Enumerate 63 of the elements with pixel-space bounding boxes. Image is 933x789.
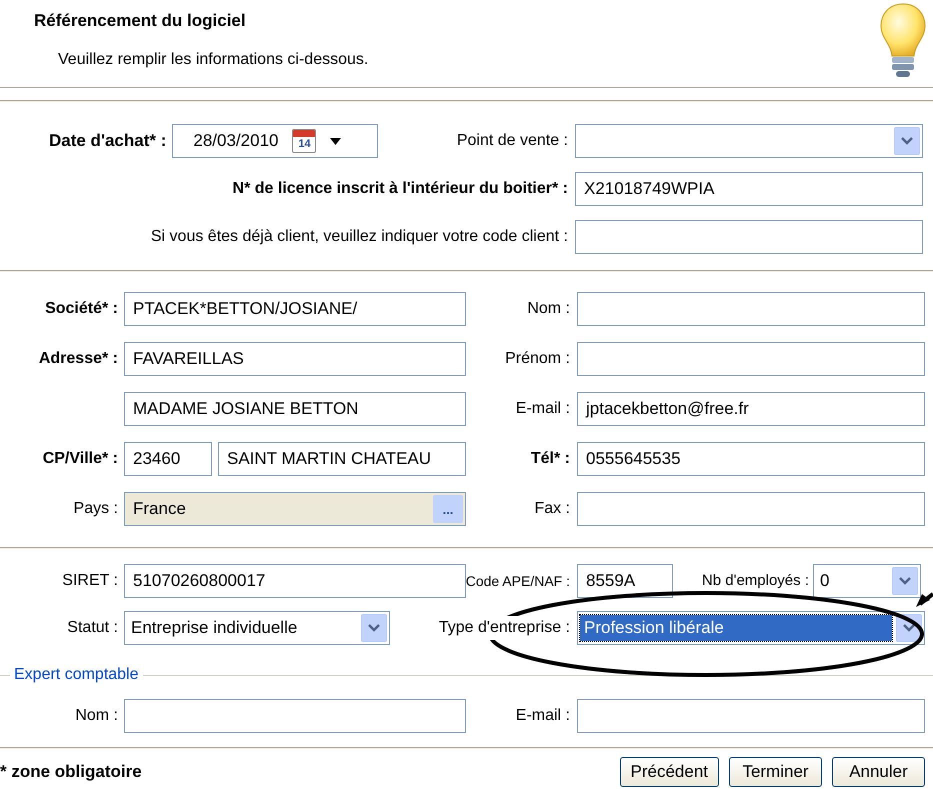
- text-field[interactable]: [577, 492, 925, 526]
- field-label: Nom :: [527, 299, 570, 319]
- text-field[interactable]: [575, 220, 923, 254]
- lightbulb-icon: [879, 2, 927, 80]
- field-label: Adresse* :: [38, 349, 118, 369]
- country-field[interactable]: France ...: [124, 492, 466, 526]
- field-label: E-mail :: [516, 706, 570, 726]
- field-label: Fax :: [534, 499, 570, 519]
- field-label: SIRET :: [62, 571, 118, 591]
- text-field[interactable]: 23460: [124, 442, 212, 476]
- calendar-icon[interactable]: 14: [292, 129, 316, 153]
- chevron-down-icon: [901, 137, 913, 145]
- field-label: E-mail :: [516, 399, 570, 419]
- text-field[interactable]: 0555645535: [577, 442, 925, 476]
- text-field[interactable]: X21018749WPIA: [575, 172, 923, 206]
- wizard-button[interactable]: Annuler: [832, 757, 925, 787]
- chevron-down-icon: [368, 624, 380, 632]
- dropdown-field[interactable]: Profession libérale: [577, 611, 925, 645]
- field-label: Statut :: [67, 618, 118, 638]
- text-field[interactable]: 8559A: [577, 564, 673, 598]
- wizard-button[interactable]: Terminer: [729, 757, 822, 787]
- required-note: * zone obligatoire: [0, 761, 142, 784]
- field-label: Société* :: [45, 299, 118, 319]
- field-label: Point de vente :: [456, 131, 568, 151]
- dropdown-value: Entreprise individuelle: [130, 617, 298, 640]
- dropdown-field[interactable]: Entreprise individuelle: [124, 611, 390, 645]
- field-label: Si vous êtes déjà client, veuillez indiquer votre code client :: [150, 227, 568, 247]
- country-value: France: [133, 498, 186, 520]
- text-field[interactable]: [124, 699, 466, 733]
- text-field[interactable]: [577, 342, 925, 376]
- field-label: Tél* :: [530, 449, 570, 469]
- field-label: Date d'achat* :: [48, 130, 166, 152]
- caret-down-icon[interactable]: [330, 138, 342, 144]
- chevron-down-icon: [903, 624, 915, 632]
- page-title: Référencement du logiciel: [34, 10, 246, 32]
- wizard-button[interactable]: Précédent: [620, 757, 719, 787]
- text-field[interactable]: PTACEK*BETTON/JOSIANE/: [124, 292, 466, 326]
- group-legend: Expert comptable: [10, 663, 143, 687]
- chevron-down-icon: [899, 577, 911, 585]
- text-field[interactable]: FAVAREILLAS: [124, 342, 466, 376]
- page-subtitle: Veuillez remplir les informations ci-dessous.: [58, 50, 368, 70]
- dropdown-value: Profession libérale: [580, 615, 892, 641]
- text-field[interactable]: [577, 699, 925, 733]
- text-field[interactable]: [577, 292, 925, 326]
- field-label: Code APE/NAF :: [466, 572, 570, 590]
- field-label: Nom :: [75, 706, 118, 726]
- text-field[interactable]: 51070260800017: [124, 564, 466, 598]
- field-label: Prénom :: [505, 349, 570, 369]
- date-value: 28/03/2010: [193, 130, 278, 152]
- text-field[interactable]: SAINT MARTIN CHATEAU: [218, 442, 466, 476]
- field-label: Type d'entreprise :: [438, 616, 570, 640]
- field-label: N* de licence inscrit à l'intérieur du boitier* :: [232, 179, 568, 199]
- dropdown-field[interactable]: [575, 124, 923, 158]
- date-picker[interactable]: 28/03/2010 14: [172, 124, 378, 158]
- text-field[interactable]: MADAME JOSIANE BETTON: [124, 392, 466, 426]
- dropdown-field[interactable]: 0: [813, 564, 921, 598]
- dropdown-value: 0: [819, 570, 830, 592]
- text-field[interactable]: jptacekbetton@free.fr: [577, 392, 925, 426]
- annotation-arrow: [916, 592, 933, 607]
- browse-button[interactable]: ...: [433, 495, 463, 523]
- field-label: CP/Ville* :: [42, 449, 118, 469]
- field-label: Nb d'employés :: [702, 570, 809, 591]
- field-label: Pays :: [74, 499, 118, 519]
